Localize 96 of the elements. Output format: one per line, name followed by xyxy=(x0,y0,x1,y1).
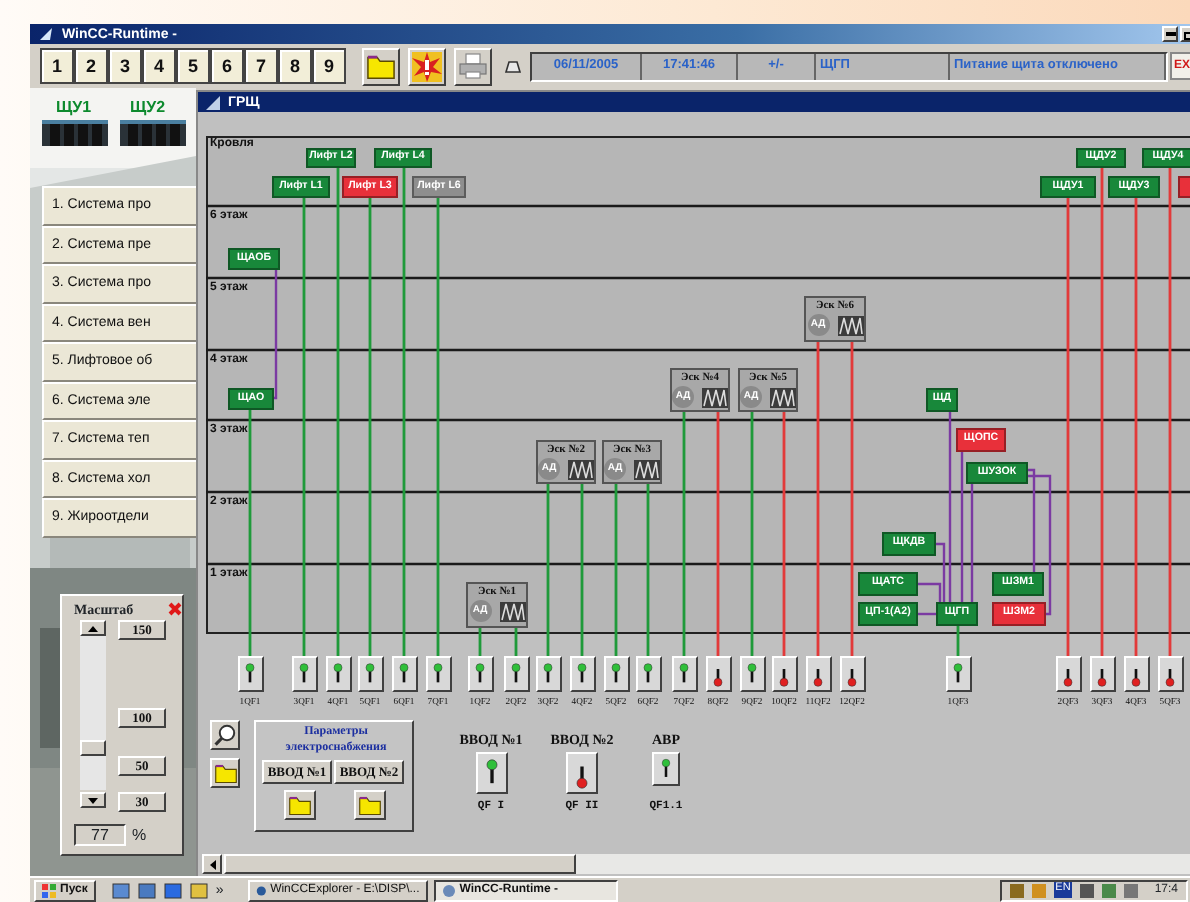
lever-icon xyxy=(481,757,501,789)
unit-label: % xyxy=(132,828,147,844)
app-icon xyxy=(255,883,267,897)
circuit-breaker-switch[interactable] xyxy=(566,752,598,794)
lever-icon xyxy=(508,661,524,687)
breaker-switch[interactable] xyxy=(357,656,383,692)
restore-icon xyxy=(1183,29,1190,39)
breaker-switch[interactable] xyxy=(325,656,351,692)
printer-icon xyxy=(458,52,488,80)
breaker-switch[interactable] xyxy=(1055,656,1081,692)
breaker-switch[interactable] xyxy=(805,656,831,692)
minimize-icon xyxy=(1165,32,1175,36)
lever-icon xyxy=(296,661,312,687)
circuit-breaker-switch[interactable] xyxy=(475,752,507,794)
scroll-down-button[interactable] xyxy=(80,792,106,808)
breaker-switch[interactable] xyxy=(535,656,561,692)
screen-button[interactable]: 3 xyxy=(108,48,142,84)
breaker-switch[interactable] xyxy=(603,656,629,692)
lever-icon xyxy=(744,661,760,687)
breaker-switch[interactable] xyxy=(467,656,493,692)
alarm-button[interactable] xyxy=(408,47,446,85)
cabinet-icon xyxy=(120,120,186,146)
screen-button[interactable]: 5 xyxy=(176,48,210,84)
screen-button[interactable]: 4 xyxy=(142,48,176,84)
feeder-line xyxy=(478,628,482,656)
down-arrow-icon xyxy=(88,797,98,803)
folder-button[interactable] xyxy=(210,758,240,788)
lever-icon xyxy=(574,661,590,687)
screen-button[interactable]: 7 xyxy=(244,48,278,84)
print-button[interactable] xyxy=(454,47,492,85)
feeder-line xyxy=(956,626,960,656)
link-line xyxy=(273,270,278,400)
windows-logo-icon xyxy=(42,883,56,897)
lamp-icon xyxy=(504,58,522,74)
breaker-switch[interactable] xyxy=(945,656,971,692)
lever-icon xyxy=(362,661,378,687)
link-line xyxy=(970,484,974,602)
waveform-icon xyxy=(702,387,728,407)
cabinet-label: ЩУ2 xyxy=(130,100,166,116)
lever-icon xyxy=(472,661,488,687)
breaker-switch[interactable] xyxy=(839,656,865,692)
lever-icon xyxy=(658,757,674,781)
scroll-left-button[interactable] xyxy=(202,854,222,874)
breaker-switch[interactable] xyxy=(503,656,529,692)
breaker-switch[interactable] xyxy=(569,656,595,692)
lever-icon xyxy=(330,661,346,687)
lever-icon xyxy=(640,661,656,687)
breaker-switch[interactable] xyxy=(705,656,731,692)
breaker-switch[interactable] xyxy=(1089,656,1115,692)
left-arrow-icon xyxy=(209,859,215,869)
breaker-switch[interactable] xyxy=(391,656,417,692)
breaker-switch[interactable] xyxy=(739,656,765,692)
screen-button[interactable]: 8 xyxy=(278,48,312,84)
lever-icon xyxy=(676,661,692,687)
screen-button[interactable]: 6 xyxy=(210,48,244,84)
burst-icon xyxy=(412,51,442,81)
screen-button[interactable]: 9 xyxy=(312,48,346,84)
breaker-switch[interactable] xyxy=(1123,656,1149,692)
waveform-icon xyxy=(499,601,525,621)
close-icon xyxy=(168,602,182,616)
lever-icon xyxy=(608,661,624,687)
breaker-switch[interactable] xyxy=(425,656,451,692)
breaker-switch[interactable] xyxy=(671,656,697,692)
breaker-switch[interactable] xyxy=(237,656,263,692)
feeder-line xyxy=(514,628,518,656)
lever-icon xyxy=(540,661,556,687)
lever-icon xyxy=(950,661,966,687)
folder-button[interactable] xyxy=(362,47,400,85)
waveform-icon xyxy=(634,459,660,479)
waveform-icon xyxy=(837,315,863,335)
circuit-breaker-switch[interactable] xyxy=(652,752,680,786)
magnifier-button[interactable] xyxy=(210,720,240,750)
folder-button[interactable] xyxy=(354,790,386,820)
scroll-thumb[interactable] xyxy=(224,854,576,874)
breaker-switch[interactable] xyxy=(771,656,797,692)
lever-icon xyxy=(430,661,446,687)
value-field: 77 xyxy=(74,824,126,846)
breaker-switch[interactable] xyxy=(291,656,317,692)
screen-button[interactable]: 2 xyxy=(74,48,108,84)
cabinet-icon xyxy=(42,120,108,146)
slider-thumb[interactable] xyxy=(80,739,106,756)
breaker-switch[interactable] xyxy=(1157,656,1183,692)
magnifier-icon xyxy=(214,724,236,746)
waveform-icon xyxy=(770,387,796,407)
lever-icon xyxy=(396,661,412,687)
lever-icon xyxy=(242,661,258,687)
breaker-switch[interactable] xyxy=(635,656,661,692)
minimize-button[interactable] xyxy=(1162,26,1178,42)
screen-button[interactable]: 1 xyxy=(40,48,74,84)
cabinet-label: ЩУ1 xyxy=(56,100,92,116)
app-icon xyxy=(38,26,54,42)
up-arrow-icon xyxy=(88,625,98,631)
app-icon xyxy=(441,883,456,897)
scroll-up-button[interactable] xyxy=(80,620,106,636)
waveform-icon xyxy=(568,459,594,479)
folder-button[interactable] xyxy=(284,790,316,820)
